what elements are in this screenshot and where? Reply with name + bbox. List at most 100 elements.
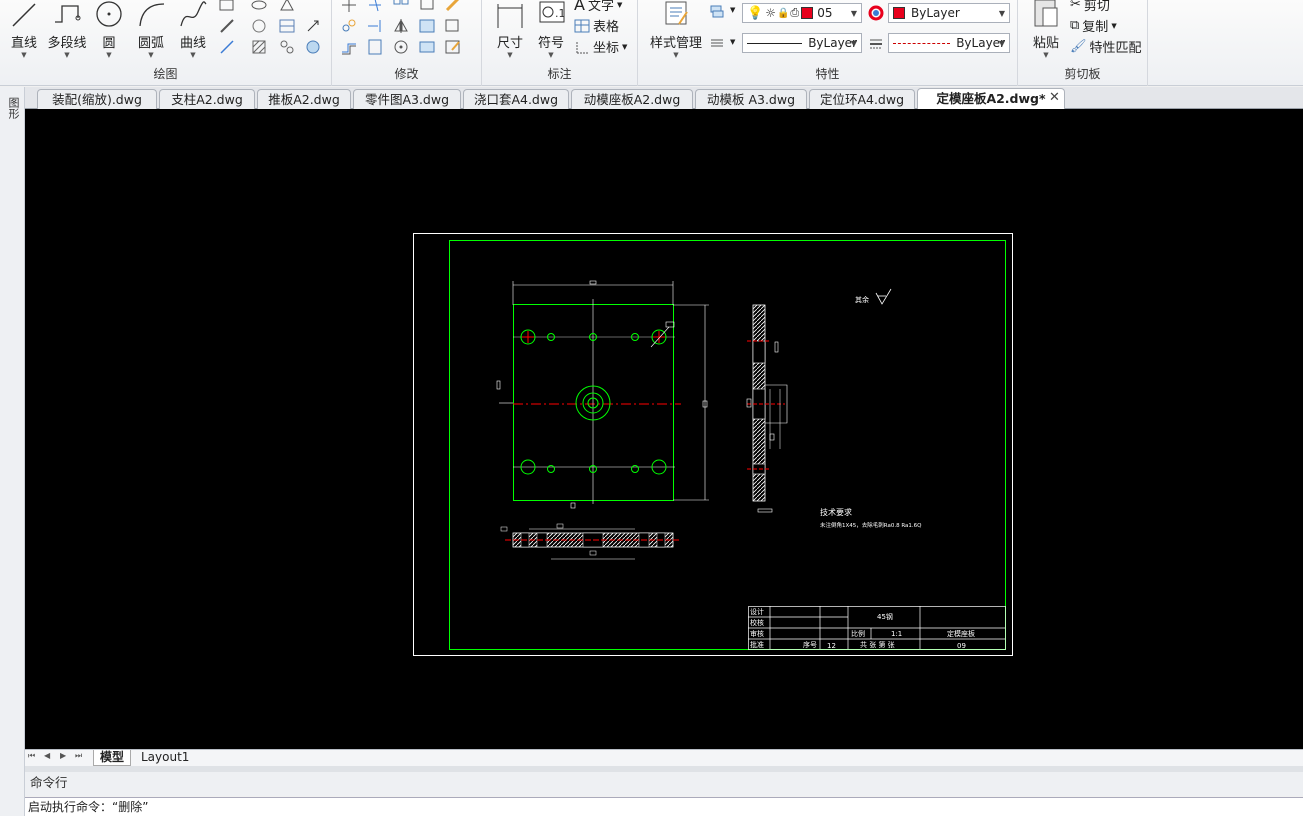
linetype-combo[interactable]: ByLayer ▼ bbox=[742, 33, 862, 53]
copy-button[interactable]: ⧉ 复制 ▼ bbox=[1070, 16, 1117, 35]
tab-document[interactable]: 支柱A2.dwg bbox=[159, 89, 255, 109]
first-layout-icon[interactable]: ⏮ bbox=[28, 751, 35, 761]
tab-document[interactable]: 零件图A3.dwg bbox=[353, 89, 461, 109]
table-draw-icon[interactable] bbox=[278, 17, 296, 35]
color-swatch bbox=[893, 7, 905, 19]
text-icon: A bbox=[574, 0, 585, 14]
prev-layout-icon[interactable]: ◀ bbox=[44, 751, 50, 760]
drawing-canvas[interactable]: 其余 技术要求 未注倒角1X45，去除毛刺Ra0.8 Ra1.6Q 设计 校核 … bbox=[25, 109, 1303, 749]
dropdown-arrow-icon: ▼ bbox=[507, 51, 513, 59]
title-row-design: 设计 bbox=[750, 607, 764, 616]
polyline-tool[interactable]: 多段线 ▼ bbox=[44, 0, 90, 59]
symbol-tool[interactable]: .1 符号 ▼ bbox=[532, 0, 570, 59]
rotate-icon[interactable] bbox=[392, 38, 410, 56]
dropdown-arrow-icon: ▼ bbox=[548, 51, 554, 59]
polygon-icon[interactable] bbox=[278, 0, 296, 14]
cut-button[interactable]: ✂ 剪切 bbox=[1070, 0, 1110, 14]
style-manager-tool[interactable]: 样式管理 ▼ bbox=[644, 0, 708, 59]
explode-icon[interactable] bbox=[444, 17, 462, 35]
command-window-title: 命令行 bbox=[25, 772, 1303, 796]
sun-icon: ☼ bbox=[765, 6, 776, 20]
hatch-icon[interactable] bbox=[250, 38, 268, 56]
close-tab-icon[interactable]: ✕ bbox=[1049, 90, 1060, 105]
color-combo[interactable]: ByLayer ▼ bbox=[888, 3, 1010, 23]
text-button[interactable]: A 文字 ▼ bbox=[574, 0, 622, 14]
printer-icon: ⎙ bbox=[790, 6, 800, 19]
layer-manager-icon[interactable] bbox=[708, 3, 726, 21]
annotate-panel: 尺寸 ▼ .1 符号 ▼ A 文字 ▼ 表格 坐标 ▼ 标注 bbox=[482, 0, 638, 86]
command-history-line[interactable]: 启动执行命令：“删除” bbox=[25, 797, 1303, 816]
title-sheet-text: 共 张 第 张 bbox=[860, 640, 895, 649]
edit-icon[interactable] bbox=[444, 38, 462, 56]
circle-tool[interactable]: 圆 ▼ bbox=[92, 0, 126, 59]
tab-document[interactable]: 浇口套A4.dwg bbox=[463, 89, 569, 109]
boundary-icon[interactable] bbox=[304, 38, 322, 56]
layer-combo[interactable]: 💡 ☼ 🔒 ⎙ 05 ▼ bbox=[742, 3, 862, 23]
tab-document-active[interactable]: 定模座板A2.dwg* bbox=[917, 88, 1065, 109]
next-layout-icon[interactable]: ▶ bbox=[60, 751, 66, 760]
solid-line-sample bbox=[747, 42, 803, 44]
arc-tool[interactable]: 圆弧 ▼ bbox=[132, 0, 170, 59]
fillet-icon[interactable] bbox=[418, 38, 436, 56]
paste-tool[interactable]: 粘贴 ▼ bbox=[1026, 0, 1066, 59]
title-row-review: 审核 bbox=[750, 629, 764, 638]
tab-document[interactable]: 定位环A4.dwg bbox=[809, 89, 915, 109]
dropdown-arrow-icon: ▼ bbox=[106, 51, 112, 59]
pointer-icon[interactable] bbox=[304, 17, 322, 35]
plate-top-view bbox=[496, 280, 709, 509]
arc-icon bbox=[139, 3, 165, 27]
linetype-icon[interactable] bbox=[708, 34, 726, 52]
dropdown-arrow-icon: ▼ bbox=[1043, 51, 1049, 59]
tab-model[interactable]: 模型 bbox=[93, 750, 132, 766]
extend-icon[interactable] bbox=[366, 17, 384, 35]
block-icon[interactable] bbox=[278, 38, 296, 56]
title-row-approve: 批准 bbox=[750, 640, 764, 649]
array-icon[interactable] bbox=[392, 0, 410, 14]
spline-tool[interactable]: 曲线 ▼ bbox=[174, 0, 212, 59]
tab-document[interactable]: 推板A2.dwg bbox=[257, 89, 351, 109]
tab-layout1[interactable]: Layout1 bbox=[135, 750, 195, 766]
dimension-tool[interactable]: 尺寸 ▼ bbox=[490, 0, 530, 59]
lineweight-combo[interactable]: ByLayer ▼ bbox=[888, 33, 1010, 53]
offset-icon[interactable] bbox=[340, 38, 358, 56]
lineweight-icon[interactable] bbox=[867, 34, 885, 52]
region-icon[interactable] bbox=[250, 17, 268, 35]
last-layout-icon[interactable]: ⏭ bbox=[75, 751, 82, 761]
ellipse-icon[interactable] bbox=[250, 0, 268, 14]
title-scale-value: 1:1 bbox=[891, 630, 902, 638]
tab-document[interactable]: 装配(缩放).dwg bbox=[37, 89, 157, 109]
dimension-icon bbox=[497, 4, 523, 28]
line-tool[interactable]: 直线 ▼ bbox=[6, 0, 42, 59]
coordinate-icon bbox=[576, 41, 588, 53]
coordinate-button[interactable]: 坐标 ▼ bbox=[574, 37, 627, 56]
break-icon[interactable] bbox=[366, 38, 384, 56]
tab-document[interactable]: 动模座板A2.dwg bbox=[571, 89, 693, 109]
title-part-name: 定模座板 bbox=[947, 629, 975, 638]
lightbulb-icon: 💡 bbox=[747, 5, 764, 21]
properties-panel: 样式管理 ▼ ▼ 💡 ☼ 🔒 ⎙ 05 ▼ ByLayer ▼ ▼ ByLaye… bbox=[638, 0, 1018, 86]
match-properties-button[interactable]: 🖌 特性匹配 bbox=[1070, 37, 1142, 56]
copy-object-icon[interactable] bbox=[340, 17, 358, 35]
layout-tab-bar: ⏮ ◀ ▶ ⏭ 模型 Layout1 bbox=[25, 749, 1303, 766]
trim-icon[interactable] bbox=[366, 0, 384, 14]
lock-icon: 🔒 bbox=[776, 7, 790, 19]
dashdot-line-sample bbox=[893, 42, 951, 44]
style-manager-icon bbox=[665, 1, 688, 25]
drawing-panel-label[interactable]: 图形 bbox=[5, 97, 21, 119]
color-wheel-icon[interactable] bbox=[867, 4, 885, 22]
title-count-label: 序号 bbox=[803, 640, 817, 649]
construction-line-icon[interactable] bbox=[218, 17, 236, 35]
line-icon bbox=[12, 3, 36, 27]
mirror-icon[interactable] bbox=[392, 17, 410, 35]
tab-document[interactable]: 动模板 A3.dwg bbox=[695, 89, 807, 109]
plate-side-section bbox=[746, 304, 788, 513]
rectangle-icon[interactable] bbox=[218, 0, 236, 14]
erase-icon[interactable] bbox=[444, 0, 462, 14]
tech-req-body: 未注倒角1X45，去除毛刺Ra0.8 Ra1.6Q bbox=[820, 521, 922, 529]
svg-text:.1: .1 bbox=[555, 7, 566, 20]
stretch-icon[interactable] bbox=[418, 17, 436, 35]
move-icon[interactable] bbox=[340, 0, 358, 14]
ray-icon[interactable] bbox=[218, 38, 236, 56]
scale-icon[interactable] bbox=[418, 0, 436, 14]
table-button[interactable]: 表格 bbox=[574, 16, 619, 35]
